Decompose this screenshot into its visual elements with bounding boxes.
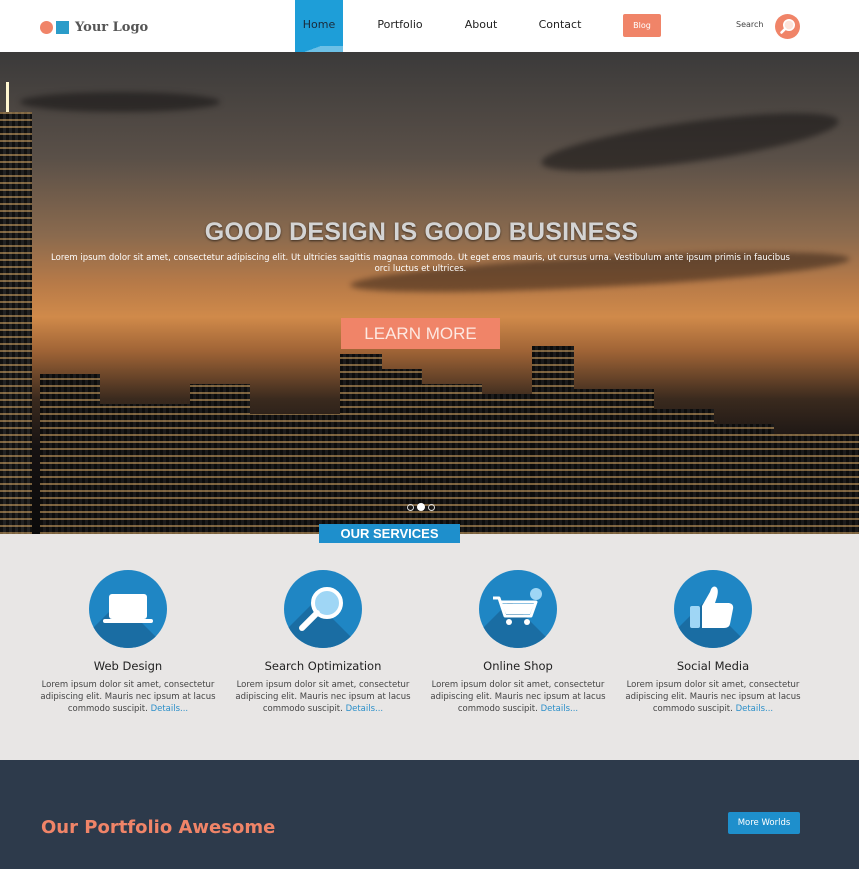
logo-square-mark xyxy=(56,20,69,34)
tower-beacon xyxy=(6,82,9,112)
portfolio-section: Our Portfolio Awesome More Worlds xyxy=(0,760,859,869)
service-title: Web Design xyxy=(93,659,163,673)
blog-button[interactable]: Blog xyxy=(623,14,661,37)
details-link[interactable]: Details... xyxy=(151,704,189,714)
thumbs-up-icon[interactable] xyxy=(674,570,752,648)
service-card-search-optimization: Search Optimization Lorem ipsum dolor si… xyxy=(233,570,413,715)
nav-item-about[interactable]: About xyxy=(460,0,502,52)
portfolio-title: Our Portfolio Awesome xyxy=(41,817,276,838)
nav-item-portfolio[interactable]: Portfolio xyxy=(372,0,428,52)
hero-cloud xyxy=(538,101,842,183)
more-worlds-button[interactable]: More Worlds xyxy=(728,812,800,834)
shopping-cart-icon[interactable] xyxy=(479,570,557,648)
slider-dot-1[interactable] xyxy=(407,503,414,511)
skyline-tower xyxy=(0,112,32,534)
service-card-web-design: Web Design Lorem ipsum dolor sit amet, c… xyxy=(38,570,218,715)
skyline-building xyxy=(774,434,859,534)
details-link[interactable]: Details... xyxy=(736,704,774,714)
nav-item-home[interactable]: Home xyxy=(295,0,343,52)
laptop-icon[interactable] xyxy=(89,570,167,648)
service-title: Online Shop xyxy=(483,659,553,673)
hero-title: GOOD DESIGN IS GOOD BUSINESS xyxy=(204,218,639,246)
slider-dot-2[interactable] xyxy=(417,503,425,511)
skyline-building xyxy=(250,414,340,534)
learn-more-button[interactable]: LEARN MORE xyxy=(341,318,500,349)
skyline-building xyxy=(482,394,532,534)
skyline-building xyxy=(714,424,774,534)
service-description: Lorem ipsum dolor sit amet, consectetur … xyxy=(235,680,411,714)
magnifier-icon[interactable] xyxy=(284,570,362,648)
skyline-building xyxy=(654,409,714,534)
hero-slider: GOOD DESIGN IS GOOD BUSINESS Lorem ipsum… xyxy=(0,52,859,534)
service-description: Lorem ipsum dolor sit amet, consectetur … xyxy=(625,680,801,714)
skyline-building xyxy=(340,354,382,534)
search-button[interactable] xyxy=(775,14,800,39)
search-icon xyxy=(780,19,795,34)
logo-circle-mark xyxy=(40,20,53,34)
slider-dot-3[interactable] xyxy=(428,503,435,511)
top-navigation: Your Logo Home Portfolio About Contact B… xyxy=(0,0,859,52)
service-title: Search Optimization xyxy=(264,659,382,673)
hero-text: Lorem ipsum dolor sit amet, consectetur … xyxy=(51,253,790,274)
service-card-online-shop: Online Shop Lorem ipsum dolor sit amet, … xyxy=(428,570,608,715)
details-link[interactable]: Details... xyxy=(541,704,579,714)
skyline-building xyxy=(532,346,574,534)
service-description: Lorem ipsum dolor sit amet, consectetur … xyxy=(430,680,606,714)
search-label: Search xyxy=(736,20,764,29)
service-description: Lorem ipsum dolor sit amet, consectetur … xyxy=(40,680,216,714)
service-title: Social Media xyxy=(676,659,750,673)
logo-text: Your Logo xyxy=(75,19,149,35)
service-card-social-media: Social Media Lorem ipsum dolor sit amet,… xyxy=(623,570,803,715)
services-section: OUR SERVICES Web Design Lorem ipsum dolo… xyxy=(0,524,859,760)
details-link[interactable]: Details... xyxy=(346,704,384,714)
logo[interactable]: Your Logo xyxy=(40,18,148,36)
services-heading: OUR SERVICES xyxy=(319,524,460,543)
skyline-building xyxy=(100,404,190,534)
skyline-building xyxy=(40,374,100,534)
hero-cloud xyxy=(20,92,220,112)
skyline-building xyxy=(190,384,250,534)
slider-dots xyxy=(407,503,435,511)
nav-item-contact[interactable]: Contact xyxy=(534,0,586,52)
skyline-building xyxy=(574,389,654,534)
skyline-building xyxy=(422,384,482,534)
